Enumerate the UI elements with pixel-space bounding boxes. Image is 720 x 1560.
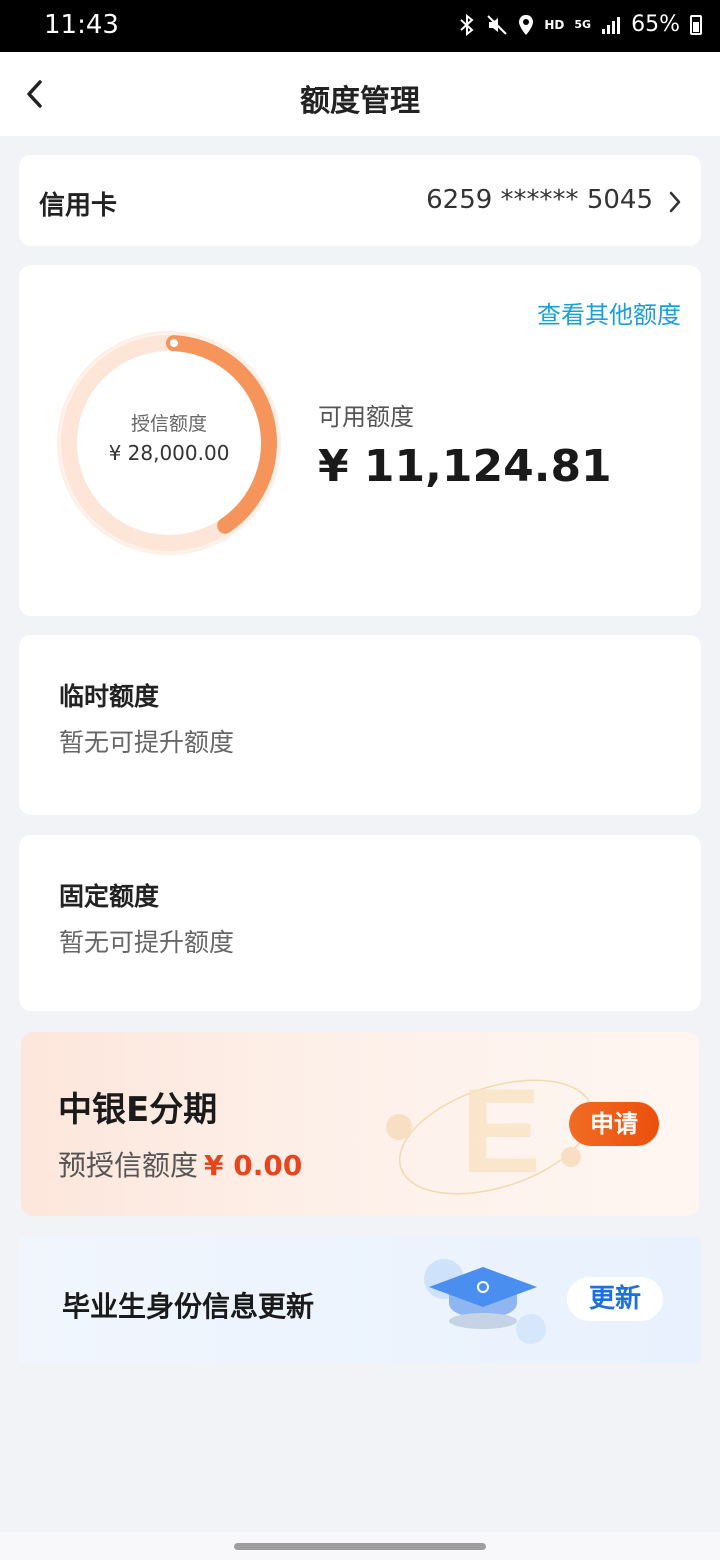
e-installment-title: 中银E分期 — [58, 1090, 218, 1130]
signal-icon — [602, 16, 621, 34]
5g-indicator: 5G — [574, 17, 592, 31]
pre-granted-label: 预授信额度 — [58, 1149, 199, 1182]
apply-button[interactable]: 申请 — [569, 1102, 659, 1146]
credit-card-label: 信用卡 — [39, 191, 118, 221]
svg-text:E: E — [461, 1064, 541, 1198]
mute-icon — [487, 14, 508, 35]
view-other-limits-link[interactable]: 查看其他额度 — [537, 295, 681, 330]
pre-granted-amount: ¥ 0.00 — [204, 1149, 303, 1182]
credit-card-selector[interactable]: 信用卡 6259 ****** 5045 — [19, 155, 701, 246]
fixed-limit-card[interactable]: 固定额度 暂无可提升额度 — [19, 835, 701, 1011]
pre-granted-line: 预授信额度 ¥ 0.00 — [58, 1144, 302, 1184]
hd-indicator: HD — [544, 17, 565, 32]
update-button[interactable]: 更新 — [567, 1277, 663, 1321]
home-indicator-bar — [0, 1532, 720, 1560]
available-limit-label: 可用额度 — [318, 403, 414, 431]
status-time: 11:43 — [44, 10, 119, 40]
temporary-limit-card[interactable]: 临时额度 暂无可提升额度 — [19, 635, 701, 815]
home-indicator[interactable] — [234, 1543, 486, 1550]
graduate-update-title: 毕业生身份信息更新 — [62, 1290, 315, 1323]
limit-overview-card: 查看其他额度 授信额度 ¥ 28,000.00 可用额度 ¥ 11,124.81 — [19, 265, 701, 616]
status-bar: 11:43 HD 5G 65% — [0, 0, 720, 52]
credit-card-number: 6259 ****** 5045 — [426, 185, 653, 215]
granted-limit-label: 授信额度 — [130, 413, 207, 435]
graduate-update-card[interactable]: 毕业生身份信息更新 更新 — [19, 1237, 701, 1363]
nav-bar: 额度管理 — [0, 52, 720, 136]
credit-ring-chart: 授信额度 ¥ 28,000.00 — [55, 329, 283, 557]
temporary-limit-subtitle: 暂无可提升额度 — [59, 728, 235, 757]
e-installment-card[interactable]: E 中银E分期 预授信额度 ¥ 0.00 申请 — [21, 1032, 699, 1216]
battery-icon — [690, 14, 702, 35]
graduation-cap-icon — [424, 1259, 546, 1344]
chevron-right-icon — [669, 191, 681, 213]
available-limit-value: ¥ 11,124.81 — [318, 441, 612, 492]
fixed-limit-subtitle: 暂无可提升额度 — [59, 928, 235, 957]
battery-percent: 65% — [631, 12, 680, 37]
ring-start-dot — [169, 339, 178, 348]
granted-limit-value: ¥ 28,000.00 — [108, 441, 230, 465]
location-icon — [519, 14, 534, 35]
status-icons: HD 5G 65% — [458, 12, 702, 37]
page-title: 额度管理 — [300, 84, 420, 119]
fixed-limit-title: 固定额度 — [59, 882, 160, 911]
bluetooth-icon — [460, 13, 474, 36]
temporary-limit-title: 临时额度 — [59, 682, 160, 711]
